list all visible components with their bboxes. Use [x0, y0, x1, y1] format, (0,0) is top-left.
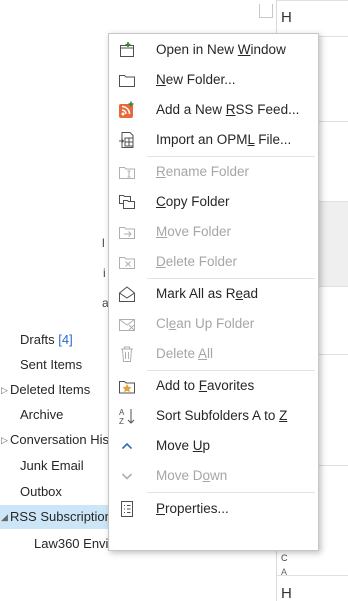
- menu-label: Import an OPML File...: [156, 132, 292, 147]
- menu-label: Clean Up Folder: [156, 316, 255, 331]
- folder-label: Outbox: [20, 484, 62, 499]
- menu-delete-folder[interactable]: Delete Folder: [109, 247, 318, 277]
- folder-label: Junk Email: [20, 458, 84, 473]
- menu-label: Add a New RSS Feed...: [156, 102, 300, 117]
- menu-properties[interactable]: Properties...: [109, 494, 318, 524]
- menu-new-folder[interactable]: New Folder...: [109, 65, 318, 95]
- add-favorites-icon: [119, 381, 135, 394]
- menu-add-rss-feed[interactable]: Add a New RSS Feed...: [109, 95, 318, 125]
- menu-separator: [147, 492, 315, 493]
- menu-import-opml[interactable]: Import an OPML File...: [109, 125, 318, 155]
- menu-clean-up-folder[interactable]: Clean Up Folder: [109, 309, 318, 339]
- move-down-icon: [121, 473, 133, 480]
- svg-text:Z: Z: [119, 417, 124, 425]
- move-up-icon: [121, 442, 133, 450]
- menu-label: Properties...: [156, 501, 229, 516]
- delete-folder-icon: [119, 257, 135, 269]
- menu-label: Move Up: [156, 438, 211, 453]
- folder-label: RSS Subscriptions: [10, 509, 119, 524]
- rename-folder-icon: [119, 167, 135, 179]
- import-opml-icon: [119, 132, 134, 148]
- menu-sort-subfolders[interactable]: A Z Sort Subfolders A to Z: [109, 401, 318, 431]
- menu-label: Delete Folder: [156, 254, 238, 269]
- menu-label: Move Down: [156, 468, 228, 483]
- menu-label: Mark All as Read: [156, 286, 259, 301]
- message-item[interactable]: H: [277, 0, 348, 37]
- menu-label: Sort Subfolders A to Z: [156, 408, 288, 423]
- sort-az-icon: A Z: [119, 408, 135, 425]
- unread-count: [4]: [58, 332, 73, 347]
- clean-up-folder-icon: [119, 319, 135, 331]
- collapse-arrow-icon[interactable]: ◢: [1, 505, 8, 529]
- rss-feed-icon: [119, 101, 134, 118]
- move-folder-icon: [119, 227, 135, 239]
- menu-label: Delete All: [156, 346, 214, 361]
- message-item[interactable]: H: [277, 575, 348, 601]
- menu-label: Open in New Window: [156, 42, 286, 57]
- svg-text:A: A: [119, 408, 125, 417]
- pane-resize-handle[interactable]: [259, 4, 273, 18]
- menu-move-down[interactable]: Move Down: [109, 461, 318, 491]
- new-folder-icon: [119, 75, 135, 87]
- menu-label: Add to Favorites: [156, 378, 255, 393]
- menu-rename-folder[interactable]: Rename Folder: [109, 157, 318, 187]
- properties-icon: [121, 501, 133, 517]
- open-new-window-icon: [120, 42, 134, 57]
- message-sender: H: [281, 9, 292, 26]
- menu-label: Rename Folder: [156, 164, 250, 179]
- expand-arrow-icon[interactable]: ▷: [1, 378, 8, 402]
- menu-label: New Folder...: [156, 72, 236, 87]
- menu-add-to-favorites[interactable]: Add to Favorites: [109, 371, 318, 401]
- menu-mark-all-read[interactable]: Mark All as Read: [109, 279, 318, 309]
- folder-label: Drafts: [20, 332, 55, 347]
- menu-delete-all[interactable]: Delete All: [109, 339, 318, 369]
- expand-arrow-icon[interactable]: ▷: [1, 428, 8, 452]
- message-subject: C: [281, 553, 288, 563]
- folder-label: Deleted Items: [10, 382, 91, 397]
- delete-all-icon: [121, 346, 133, 362]
- folder-context-menu: Open in New Window New Folder... Add a N…: [108, 33, 319, 551]
- menu-move-up[interactable]: Move Up: [109, 431, 318, 461]
- menu-open-in-new-window[interactable]: Open in New Window: [109, 35, 318, 65]
- mark-all-read-icon: [119, 286, 135, 302]
- folder-label: Sent Items: [20, 357, 83, 372]
- menu-label: Move Folder: [156, 224, 232, 239]
- partial-folder-text: l: [102, 236, 105, 250]
- menu-copy-folder[interactable]: Copy Folder: [109, 187, 318, 217]
- partial-folder-text: i: [103, 266, 106, 280]
- menu-move-folder[interactable]: Move Folder: [109, 217, 318, 247]
- copy-folder-icon: [119, 195, 135, 209]
- message-sender: H: [281, 585, 292, 601]
- folder-label: Archive: [20, 407, 64, 422]
- menu-label: Copy Folder: [156, 194, 230, 209]
